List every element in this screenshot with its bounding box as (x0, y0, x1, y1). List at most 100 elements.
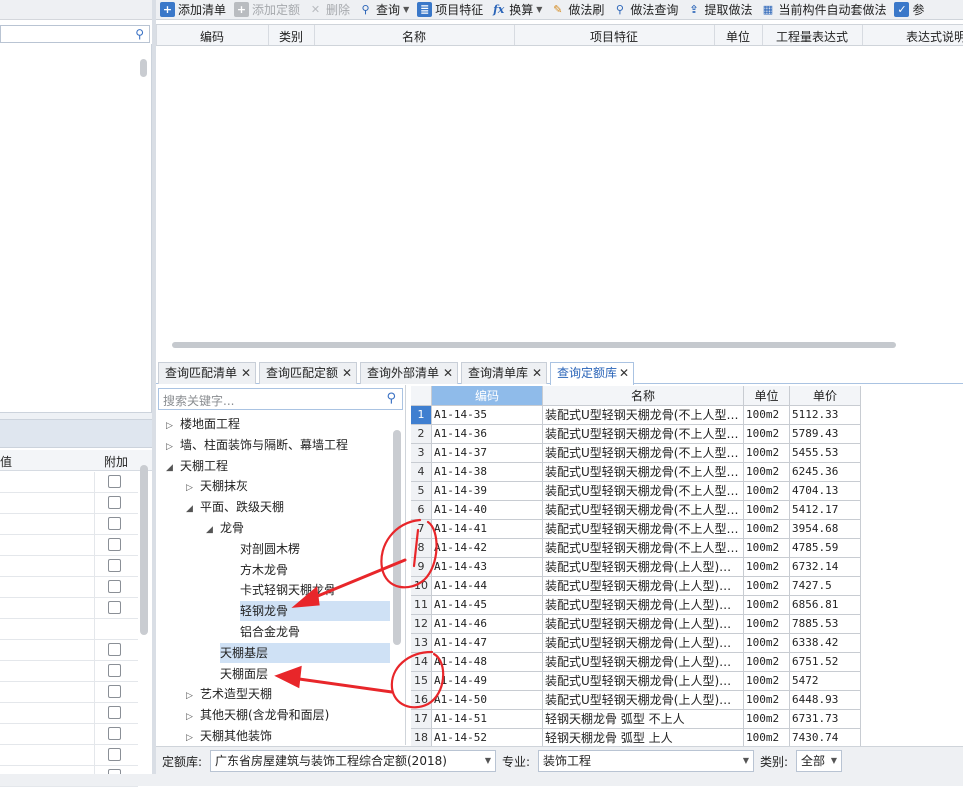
quota-row[interactable]: 6 A1-14-40 装配式U型轻钢天棚龙骨(不上人型… 100m2 5412.17 (411, 501, 861, 520)
properties-scrollbar[interactable] (140, 465, 148, 635)
col-quantity-expr[interactable]: 工程量表达式 (762, 28, 862, 45)
collapsed-arrow-icon[interactable]: ▷ (186, 686, 200, 706)
extra-checkbox[interactable] (108, 475, 121, 488)
quota-row[interactable]: 11 A1-14-45 装配式U型轻钢天棚龙骨(上人型)… 100m2 6856.81 (411, 596, 861, 615)
quota-row[interactable]: 5 A1-14-39 装配式U型轻钢天棚龙骨(不上人型… 100m2 4704.13 (411, 482, 861, 501)
extra-checkbox[interactable] (108, 685, 121, 698)
chevron-down-icon[interactable]: ▼ (536, 5, 542, 14)
tab-external-list[interactable]: 查询外部清单 ✕ (360, 362, 458, 384)
quota-row[interactable]: 9 A1-14-43 装配式U型轻钢天棚龙骨(上人型)… 100m2 6732.14 (411, 558, 861, 577)
major-select[interactable]: 装饰工程 ▼ (538, 750, 754, 772)
search-icon[interactable]: ⚲ (386, 391, 396, 406)
col-feature[interactable]: 项目特征 (514, 28, 714, 45)
quota-row[interactable]: 17 A1-14-51 轻钢天棚龙骨 弧型 不上人 100m2 6731.73 (411, 710, 861, 729)
tree-node[interactable]: 轻钢龙骨 (240, 601, 390, 622)
quota-row[interactable]: 14 A1-14-48 装配式U型轻钢天棚龙骨(上人型)… 100m2 6751.52 (411, 653, 861, 672)
extra-checkbox[interactable] (108, 664, 121, 677)
toolbar-button-8[interactable]: ⇪ 提取做法 (682, 0, 756, 19)
extra-checkbox[interactable] (108, 748, 121, 761)
quota-row[interactable]: 10 A1-14-44 装配式U型轻钢天棚龙骨(上人型)… 100m2 7427.5 (411, 577, 861, 596)
quota-row[interactable]: 13 A1-14-47 装配式U型轻钢天棚龙骨(上人型)… 100m2 6338.42 (411, 634, 861, 653)
toolbar-button-3[interactable]: ⚲ 查询 ▼ (354, 0, 413, 19)
tree-node[interactable]: ▷ 天棚其他装饰 (186, 726, 272, 746)
tree-node[interactable]: ◢ 龙骨 (206, 518, 244, 538)
extra-checkbox[interactable] (108, 559, 121, 572)
quota-row[interactable]: 16 A1-14-50 装配式U型轻钢天棚龙骨(上人型)… 100m2 6448.93 (411, 691, 861, 710)
tree-node[interactable]: 对剖圆木楞 (240, 539, 300, 559)
tree-node[interactable]: ▷ 楼地面工程 (166, 414, 240, 434)
expanded-arrow-icon[interactable]: ◢ (206, 520, 220, 540)
collapsed-arrow-icon[interactable]: ▷ (166, 437, 180, 457)
close-icon[interactable]: ✕ (619, 363, 629, 383)
tree-node[interactable]: 天棚面层 (220, 664, 268, 684)
tab-quota-library[interactable]: 查询定额库 ✕ (550, 362, 634, 385)
close-icon[interactable]: ✕ (443, 363, 453, 383)
quota-row[interactable]: 2 A1-14-36 装配式U型轻钢天棚龙骨(不上人型… 100m2 5789.43 (411, 425, 861, 444)
quota-row[interactable]: 12 A1-14-46 装配式U型轻钢天棚龙骨(上人型)… 100m2 7885.53 (411, 615, 861, 634)
collapsed-arrow-icon[interactable]: ▷ (186, 707, 200, 727)
quota-row[interactable]: 15 A1-14-49 装配式U型轻钢天棚龙骨(上人型)… 100m2 5472 (411, 672, 861, 691)
toolbar-button-1[interactable]: + 添加定额 (230, 0, 304, 19)
tree-search-input[interactable]: 搜索关键字... ⚲ (158, 388, 403, 410)
expanded-arrow-icon[interactable]: ◢ (186, 499, 200, 519)
main-grid-hscrollbar[interactable] (172, 342, 896, 348)
quota-code-header[interactable]: 编码 (432, 386, 543, 406)
search-icon[interactable]: ⚲ (135, 27, 144, 41)
toolbar-button-0[interactable]: + 添加清单 (156, 0, 230, 19)
left-panel-splitter[interactable] (0, 412, 152, 420)
col-type[interactable]: 类别 (268, 28, 314, 45)
extra-checkbox[interactable] (108, 496, 121, 509)
col-name[interactable]: 名称 (314, 28, 514, 45)
tree-node[interactable]: ▷ 艺术造型天棚 (186, 684, 272, 704)
tree-node[interactable]: ◢ 平面、跌级天棚 (186, 497, 284, 517)
quota-name-header[interactable]: 名称 (543, 386, 744, 406)
close-icon[interactable]: ✕ (342, 363, 352, 383)
toolbar-button-7[interactable]: ⚲ 做法查询 (608, 0, 682, 19)
quota-row[interactable]: 3 A1-14-37 装配式U型轻钢天棚龙骨(不上人型… 100m2 5455.53 (411, 444, 861, 463)
toolbar-button-2[interactable]: ✕ 删除 (304, 0, 354, 19)
toolbar-button-4[interactable]: ≣ 项目特征 (413, 0, 487, 19)
col-code[interactable]: 编码 (156, 28, 268, 45)
close-icon[interactable]: ✕ (241, 363, 251, 383)
extra-checkbox[interactable] (108, 538, 121, 551)
tree-node[interactable]: 铝合金龙骨 (240, 622, 300, 642)
left-search-input[interactable]: ⚲ (0, 25, 150, 43)
tree-node[interactable]: ▷ 墙、柱面装饰与隔断、幕墙工程 (166, 435, 348, 455)
tree-scrollbar[interactable] (393, 430, 401, 645)
quota-row[interactable]: 1 A1-14-35 装配式U型轻钢天棚龙骨(不上人型… 100m2 5112.33 (411, 406, 861, 425)
collapsed-arrow-icon[interactable]: ▷ (186, 728, 200, 748)
tree-node[interactable]: ▷ 其他天棚(含龙骨和面层) (186, 705, 329, 725)
tree-node[interactable]: 天棚基层 (220, 642, 390, 663)
extra-checkbox[interactable] (108, 643, 121, 656)
collapsed-arrow-icon[interactable]: ▷ (186, 478, 200, 498)
col-unit[interactable]: 单位 (714, 28, 762, 45)
extra-checkbox[interactable] (108, 517, 121, 530)
quota-unit-header[interactable]: 单位 (744, 386, 790, 406)
quota-row[interactable]: 4 A1-14-38 装配式U型轻钢天棚龙骨(不上人型… 100m2 6245.36 (411, 463, 861, 482)
tree-node[interactable]: 方木龙骨 (240, 560, 288, 580)
tree-node[interactable]: ▷ 天棚抹灰 (186, 476, 248, 496)
library-select[interactable]: 广东省房屋建筑与装饰工程综合定额(2018) ▼ (210, 750, 496, 772)
toolbar-button-5[interactable]: fx 换算 ▼ (487, 0, 546, 19)
chevron-down-icon[interactable]: ▼ (403, 5, 409, 14)
tab-list-library[interactable]: 查询清单库 ✕ (461, 362, 547, 384)
quota-row[interactable]: 8 A1-14-42 装配式U型轻钢天棚龙骨(不上人型… 100m2 4785.59 (411, 539, 861, 558)
extra-checkbox[interactable] (108, 601, 121, 614)
extra-checkbox[interactable] (108, 580, 121, 593)
tree-node[interactable]: ◢ 天棚工程 (166, 456, 228, 476)
collapsed-arrow-icon[interactable]: ▷ (166, 416, 180, 436)
toolbar-button-10[interactable]: ✓ 参 (890, 0, 928, 19)
left-upper-scrollbar[interactable] (140, 59, 147, 77)
tree-node[interactable]: 卡式轻钢天棚龙骨 (240, 580, 336, 600)
quota-price-header[interactable]: 单价 (790, 386, 861, 406)
extra-checkbox[interactable] (108, 727, 121, 740)
expanded-arrow-icon[interactable]: ◢ (166, 458, 180, 478)
category-select[interactable]: 全部 ▼ (796, 750, 842, 772)
extra-checkbox[interactable] (108, 706, 121, 719)
toolbar-button-6[interactable]: ✎ 做法刷 (546, 0, 608, 19)
close-icon[interactable]: ✕ (532, 363, 542, 383)
quota-row[interactable]: 7 A1-14-41 装配式U型轻钢天棚龙骨(不上人型… 100m2 3954.68 (411, 520, 861, 539)
tab-match-list[interactable]: 查询匹配清单 ✕ (158, 362, 256, 384)
toolbar-button-9[interactable]: ▦ 当前构件自动套做法 (756, 0, 890, 19)
tab-match-quota[interactable]: 查询匹配定额 ✕ (259, 362, 357, 384)
